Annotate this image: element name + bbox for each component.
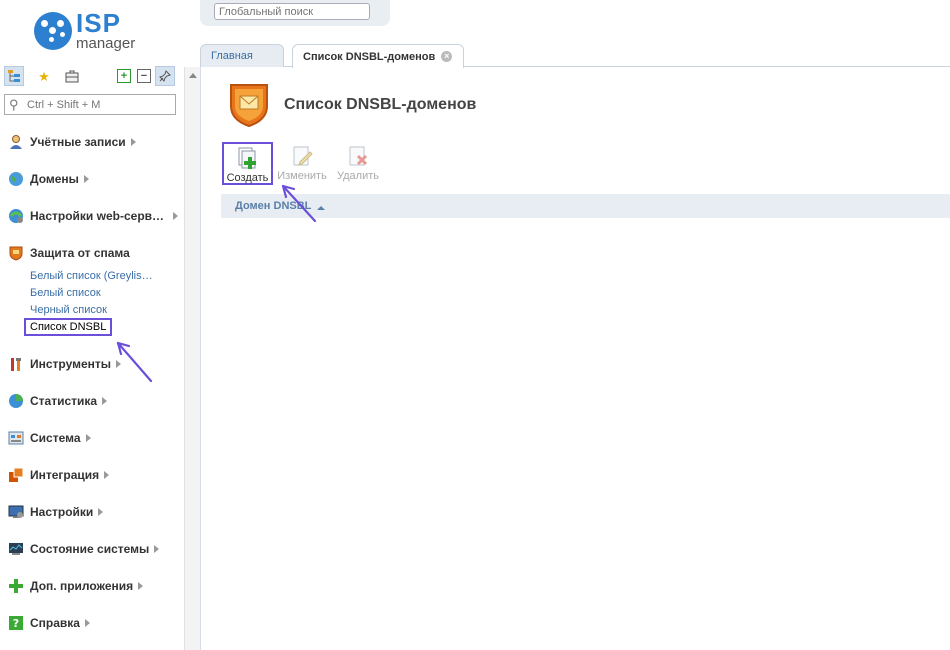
chevron-right-icon [173, 212, 179, 220]
logo-mark-icon [34, 12, 72, 50]
sidebar-item-label: Статистика [30, 394, 98, 408]
sidebar-item-label: Учётные записи [30, 135, 126, 149]
logo-product: manager [76, 35, 136, 52]
edit-button-label: Изменить [277, 170, 327, 182]
column-header-dnsbl-domain[interactable]: Домен DNSBL [235, 200, 311, 212]
chevron-right-icon [102, 397, 108, 405]
tab-home[interactable]: Главная [200, 44, 284, 67]
chevron-right-icon [84, 619, 90, 627]
sort-ascending-icon[interactable] [317, 206, 325, 210]
system-status-icon [8, 541, 24, 557]
spam-shield-icon [8, 245, 24, 261]
collapse-all-icon[interactable]: − [137, 69, 151, 83]
scroll-up-icon[interactable] [189, 73, 197, 78]
globe-icon [8, 171, 24, 187]
sidebar-item-label: Домены [30, 172, 79, 186]
sidebar-item-label: Инструменты [30, 357, 112, 371]
tools-icon [8, 356, 24, 372]
search-icon: ⚲ [9, 97, 19, 112]
page-title: Список DNSBL-доменов [284, 96, 477, 113]
sidebar-item-extra-apps[interactable]: Доп. приложения [8, 576, 144, 596]
sidebar-item-help[interactable]: ? Справка [8, 613, 90, 633]
global-search[interactable] [214, 3, 370, 20]
sidebar-item-label: Интеграция [30, 468, 100, 482]
delete-doc-icon [346, 144, 370, 168]
help-icon: ? [8, 615, 24, 631]
sidebar-subitem-dnsbl[interactable]: Список DNSBL [24, 318, 113, 336]
edit-button[interactable]: Изменить [276, 142, 328, 184]
sidebar-item-spam-protection[interactable]: Защита от спама [8, 243, 130, 263]
chevron-right-icon [104, 471, 110, 479]
ispmanager-logo[interactable]: ISP manager [34, 8, 154, 56]
global-search-input[interactable] [219, 5, 369, 19]
delete-button-label: Удалить [337, 170, 379, 182]
sidebar-toolbar: ★ + − [4, 66, 180, 86]
integration-icon [8, 467, 24, 483]
create-button-label: Создать [226, 172, 269, 184]
pie-chart-icon [8, 393, 24, 409]
sidebar: ISP manager ★ + − ⚲ Учётные записи Домен… [0, 0, 184, 650]
sidebar-item-settings[interactable]: Настройки [8, 502, 104, 522]
sidebar-scrollbar[interactable] [184, 67, 200, 650]
expand-all-icon[interactable]: + [117, 69, 131, 83]
sidebar-search-input[interactable] [27, 97, 173, 112]
sidebar-item-label: Настройки web-серв… [30, 209, 165, 223]
sidebar-item-label: Защита от спама [30, 246, 130, 260]
chevron-right-icon [130, 138, 136, 146]
favorites-star-icon[interactable]: ★ [34, 66, 54, 86]
chevron-right-icon [116, 360, 122, 368]
users-icon [8, 134, 24, 150]
sidebar-subitem-greylist[interactable]: Белый список (Greylis… [30, 270, 153, 282]
plus-icon [8, 578, 24, 594]
tab-dnsbl-list[interactable]: Список DNSBL-доменов × [292, 44, 464, 68]
settings-monitor-icon [8, 504, 24, 520]
sidebar-item-statistics[interactable]: Статистика [8, 391, 108, 411]
panel-divider [200, 67, 201, 650]
sidebar-item-domains[interactable]: Домены [8, 169, 89, 189]
briefcase-icon[interactable] [62, 66, 82, 86]
sidebar-item-label: Доп. приложения [30, 579, 134, 593]
sidebar-item-label: Система [30, 431, 81, 445]
sidebar-item-web-settings[interactable]: Настройки web-серв… [8, 206, 179, 226]
dnsbl-shield-icon [228, 82, 270, 128]
table-header: Домен DNSBL [221, 194, 950, 218]
svg-text:?: ? [13, 617, 19, 630]
chevron-right-icon [98, 508, 104, 516]
delete-button[interactable]: Удалить [332, 142, 384, 184]
chevron-right-icon [138, 582, 144, 590]
chevron-right-icon [85, 434, 91, 442]
sidebar-item-tools[interactable]: Инструменты [8, 354, 122, 374]
tree-view-icon[interactable] [4, 66, 24, 86]
tab-label: Список DNSBL-доменов [303, 50, 436, 63]
edit-doc-icon [290, 144, 314, 168]
sidebar-item-integration[interactable]: Интеграция [8, 465, 110, 485]
chevron-right-icon [83, 175, 89, 183]
tab-label: Главная [211, 50, 253, 62]
sidebar-item-label: Настройки [30, 505, 94, 519]
sidebar-search[interactable]: ⚲ [4, 94, 176, 115]
sidebar-item-label: Состояние системы [30, 542, 150, 556]
sidebar-item-accounts[interactable]: Учётные записи [8, 132, 136, 152]
sidebar-subitem-blacklist[interactable]: Черный список [30, 304, 107, 316]
chevron-right-icon [154, 545, 160, 553]
sidebar-item-system-status[interactable]: Состояние системы [8, 539, 160, 559]
create-doc-icon [236, 146, 260, 170]
pin-icon[interactable] [155, 66, 175, 86]
sidebar-item-system[interactable]: Система [8, 428, 91, 448]
system-icon [8, 430, 24, 446]
sidebar-item-label: Справка [30, 616, 80, 630]
web-settings-icon [8, 208, 24, 224]
close-icon[interactable]: × [441, 51, 453, 62]
sidebar-subitem-whitelist[interactable]: Белый список [30, 287, 101, 299]
create-button[interactable]: Создать [222, 142, 273, 185]
